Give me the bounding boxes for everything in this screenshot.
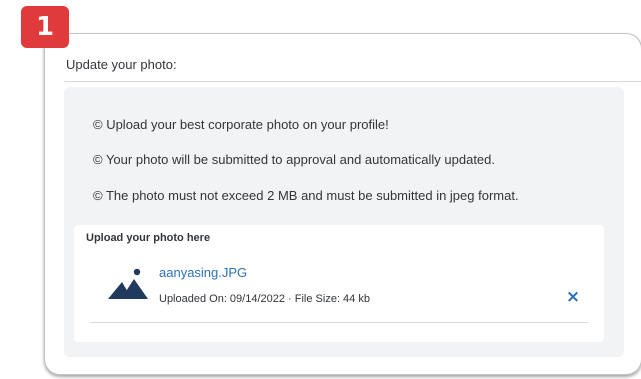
info-line-approval: © Your photo will be submitted to approv…	[93, 152, 496, 167]
file-upload-meta: Uploaded On: 09/14/2022 · File Size: 44 …	[159, 293, 370, 305]
update-photo-card: Update your photo: © Upload your best co…	[44, 33, 641, 375]
image-icon	[108, 267, 148, 301]
photo-guidelines-panel: © Upload your best corporate photo on yo…	[64, 87, 624, 357]
remove-file-button[interactable]: ×	[562, 286, 584, 308]
upload-area: Upload your photo here aanyasing.JPG Upl…	[74, 225, 604, 342]
title-divider	[64, 81, 641, 82]
info-line-upload: © Upload your best corporate photo on yo…	[93, 117, 389, 132]
info-line-format: © The photo must not exceed 2 MB and mus…	[93, 188, 519, 203]
upload-heading: Upload your photo here	[86, 232, 211, 244]
file-item-divider	[90, 322, 588, 323]
card-title: Update your photo:	[66, 57, 177, 72]
close-icon: ×	[565, 287, 581, 307]
step-number-badge: 1	[21, 6, 69, 48]
uploaded-file-link[interactable]: aanyasing.JPG	[159, 265, 247, 280]
